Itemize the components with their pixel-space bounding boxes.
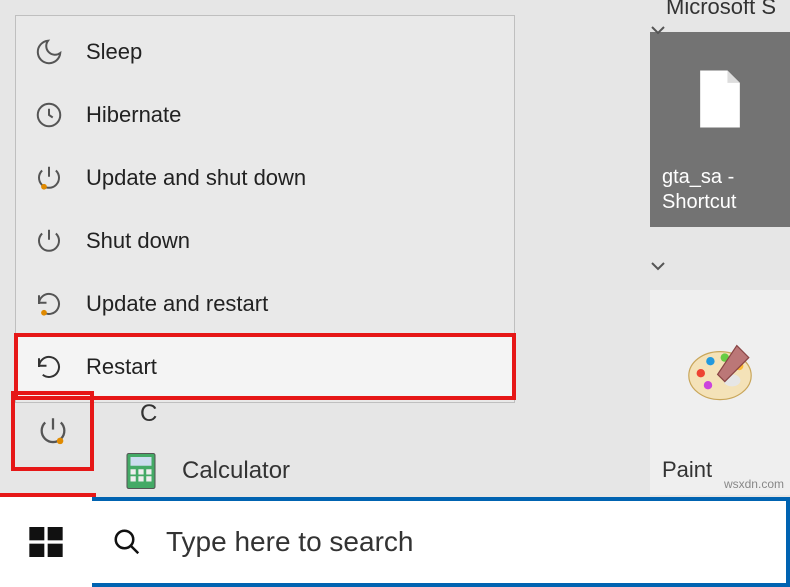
hibernate-label: Hibernate: [86, 102, 181, 128]
power-icon: [36, 414, 70, 448]
shutdown-label: Shut down: [86, 228, 190, 254]
tile-gta-label: gta_sa - Shortcut: [662, 165, 778, 215]
paint-palette-icon: [684, 342, 756, 407]
shutdown-item[interactable]: Shut down: [16, 209, 514, 272]
power-options-menu: Sleep Hibernate Update and shut down Shu…: [15, 15, 515, 403]
update-shutdown-label: Update and shut down: [86, 165, 306, 191]
start-button[interactable]: [0, 497, 92, 587]
watermark: wsxdn.com: [724, 477, 784, 491]
calculator-label: Calculator: [182, 457, 290, 485]
power-icon: [34, 226, 64, 256]
tiles-panel: Microsoft S gta_sa - Shortcut Paint: [650, 0, 790, 497]
tile-gta-shortcut[interactable]: gta_sa - Shortcut: [650, 32, 790, 227]
taskbar: Type here to search: [0, 497, 790, 587]
calculator-icon: [120, 450, 162, 492]
tile-paint[interactable]: Paint: [650, 290, 790, 495]
chevron-down-icon[interactable]: [646, 254, 670, 278]
moon-icon: [34, 37, 64, 67]
taskbar-search[interactable]: Type here to search: [92, 497, 790, 587]
search-icon: [112, 527, 142, 557]
tile-group-header: Microsoft S: [666, 0, 776, 20]
start-power-button[interactable]: [15, 395, 90, 467]
calculator-item[interactable]: Calculator: [120, 450, 290, 492]
sleep-item[interactable]: Sleep: [16, 20, 514, 83]
update-restart-item[interactable]: Update and restart: [16, 272, 514, 335]
restart-label: Restart: [86, 354, 157, 380]
windows-logo-icon: [26, 522, 66, 562]
apps-letter-header[interactable]: C: [140, 400, 157, 428]
update-shutdown-icon: [34, 163, 64, 193]
clock-icon: [34, 100, 64, 130]
update-restart-icon: [34, 289, 64, 319]
restart-item[interactable]: Restart: [16, 335, 514, 398]
hibernate-item[interactable]: Hibernate: [16, 83, 514, 146]
sleep-label: Sleep: [86, 39, 142, 65]
chevron-down-icon[interactable]: [646, 18, 670, 42]
update-restart-label: Update and restart: [86, 291, 268, 317]
update-shutdown-item[interactable]: Update and shut down: [16, 146, 514, 209]
search-placeholder: Type here to search: [166, 526, 413, 558]
file-icon: [695, 68, 745, 135]
restart-icon: [34, 352, 64, 382]
